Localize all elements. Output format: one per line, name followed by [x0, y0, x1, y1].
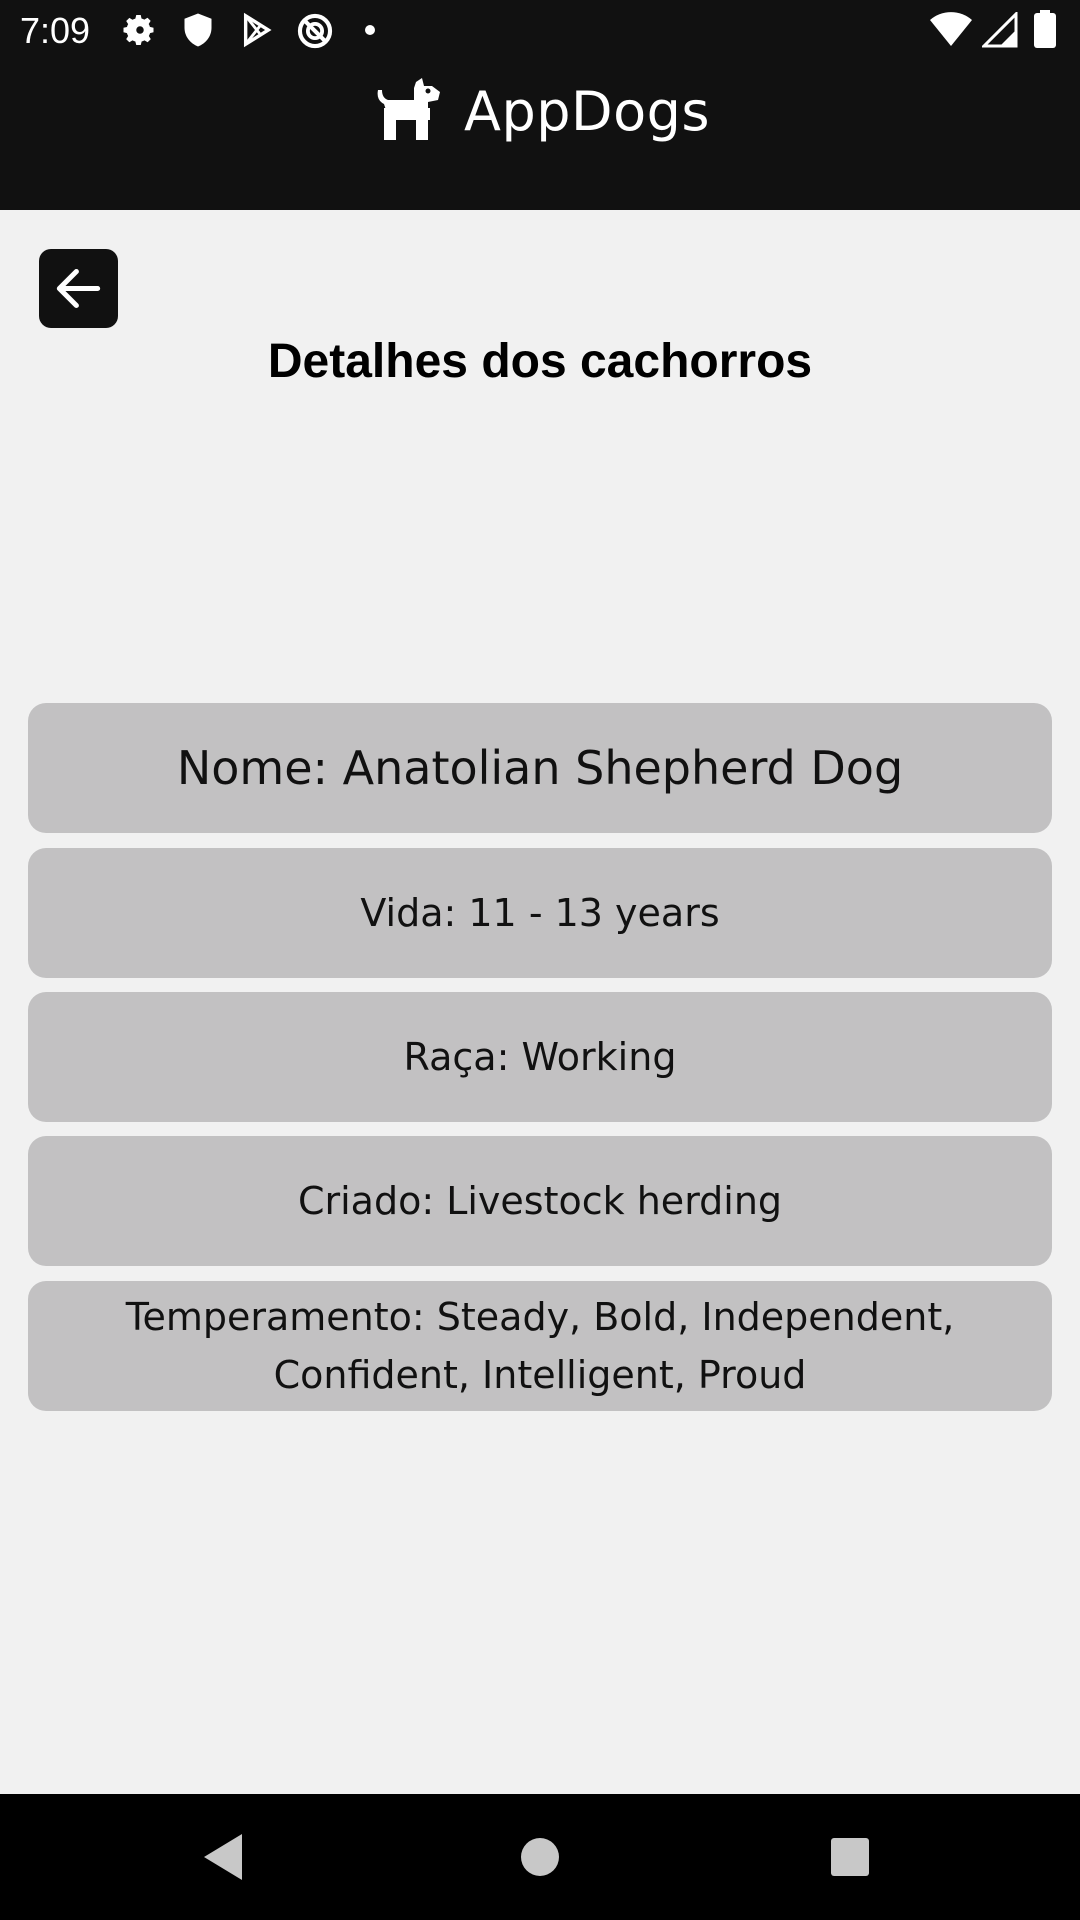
detail-card-name: Nome: Anatolian Shepherd Dog — [28, 703, 1052, 833]
detail-card-bred-for: Criado: Livestock herding — [28, 1136, 1052, 1266]
signal-icon — [982, 12, 1018, 48]
wifi-icon — [930, 12, 972, 46]
app-title: AppDogs — [464, 80, 711, 143]
battery-icon — [1034, 10, 1056, 48]
nav-back-icon[interactable] — [190, 1822, 260, 1892]
detail-card-breed-group: Raça: Working — [28, 992, 1052, 1122]
arrow-left-icon — [56, 268, 101, 309]
status-icons-right — [930, 10, 1080, 52]
dog-icon — [377, 78, 440, 140]
status-bar: 7:09 — [0, 0, 1080, 62]
detail-card-temperament: Temperamento: Steady, Bold, Independent,… — [28, 1281, 1052, 1411]
app-bar: AppDogs — [0, 62, 1080, 210]
play-store-icon — [243, 12, 272, 48]
back-button[interactable] — [39, 249, 118, 328]
vpn-icon — [297, 13, 333, 49]
dot-icon — [365, 25, 375, 35]
shield-icon — [184, 13, 212, 47]
detail-card-life-span: Vida: 11 - 13 years — [28, 848, 1052, 978]
nav-home-icon[interactable] — [505, 1822, 575, 1892]
navigation-bar — [0, 1794, 1080, 1920]
page-title: Detalhes dos cachorros — [267, 335, 813, 388]
settings-icon — [123, 15, 154, 45]
nav-recents-icon[interactable] — [815, 1822, 885, 1892]
status-time: 7:09 — [20, 10, 91, 51]
